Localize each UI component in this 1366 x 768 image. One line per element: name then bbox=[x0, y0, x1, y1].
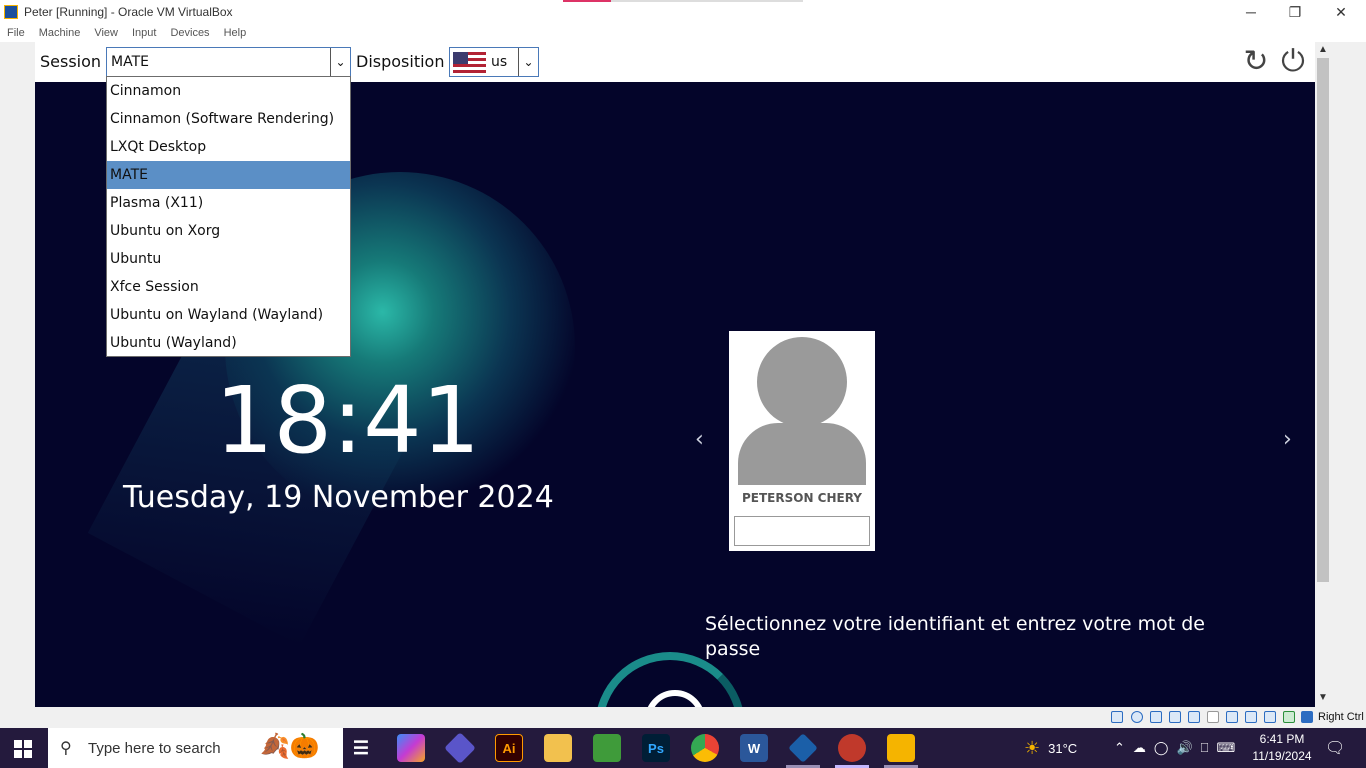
session-option[interactable]: Xfce Session bbox=[107, 273, 350, 301]
hard-disk-icon[interactable] bbox=[1111, 711, 1123, 723]
restore-button[interactable]: ❐ bbox=[1272, 0, 1318, 24]
scroll-down-icon[interactable]: ▼ bbox=[1318, 692, 1328, 703]
session-option[interactable]: LXQt Desktop bbox=[107, 133, 350, 161]
menu-machine[interactable]: Machine bbox=[32, 27, 88, 39]
weather-temperature: 31°C bbox=[1048, 740, 1078, 756]
password-input[interactable] bbox=[734, 516, 870, 546]
weather-widget[interactable]: ☀ 31°C bbox=[1024, 728, 1077, 768]
session-option[interactable]: Cinnamon (Software Rendering) bbox=[107, 105, 350, 133]
title-focus-indicator bbox=[563, 0, 803, 2]
window-title: Peter [Running] - Oracle VM VirtualBox bbox=[24, 5, 233, 19]
illustrator-icon[interactable]: Ai bbox=[495, 734, 523, 762]
session-option[interactable]: Ubuntu bbox=[107, 245, 350, 273]
next-user-icon[interactable]: › bbox=[1283, 427, 1292, 452]
task-view-icon[interactable]: ☰ bbox=[347, 734, 375, 762]
optical-drive-icon[interactable] bbox=[1131, 711, 1143, 723]
layout-label: Disposition bbox=[356, 52, 445, 71]
mouse-integration-icon[interactable] bbox=[1301, 711, 1313, 723]
session-option[interactable]: Ubuntu (Wayland) bbox=[107, 329, 350, 357]
taskbar-date: 11/19/2024 bbox=[1252, 749, 1312, 763]
scrollbar-thumb[interactable] bbox=[1317, 58, 1329, 582]
chevron-up-icon[interactable]: ⌃ bbox=[1110, 740, 1129, 756]
word-icon[interactable]: W bbox=[740, 734, 768, 762]
restart-icon[interactable]: ↻ bbox=[1240, 46, 1272, 78]
windows-taskbar: ⚲ Type here to search 🍂🎃 ☰ Ai Ps W ☀ 31°… bbox=[0, 728, 1366, 768]
session-value: MATE bbox=[111, 54, 149, 70]
display-icon[interactable] bbox=[1226, 711, 1238, 723]
vertical-scrollbar[interactable]: ▲ ▼ bbox=[1315, 42, 1331, 707]
us-flag-icon bbox=[453, 52, 486, 73]
language-icon[interactable]: ⌨ bbox=[1212, 740, 1239, 756]
chevron-down-icon[interactable]: ⌄ bbox=[518, 48, 538, 76]
meet-now-icon[interactable]: ◯ bbox=[1150, 740, 1173, 756]
photoshop-icon[interactable]: Ps bbox=[642, 734, 670, 762]
user-card[interactable]: PETERSON CHERY bbox=[729, 331, 875, 551]
chrome-icon[interactable] bbox=[691, 734, 719, 762]
windows-start-icon[interactable] bbox=[14, 740, 32, 758]
session-option[interactable]: Ubuntu on Wayland (Wayland) bbox=[107, 301, 350, 329]
session-label: Session bbox=[40, 52, 102, 71]
avatar-body bbox=[738, 423, 866, 485]
pumpkin-decoration-icon: 🍂🎃 bbox=[260, 733, 320, 760]
audio-icon[interactable] bbox=[1150, 711, 1162, 723]
vm-status-bar: Right Ctrl bbox=[0, 707, 1366, 728]
volume-icon[interactable]: 🔊 bbox=[1172, 740, 1196, 756]
recording-icon[interactable] bbox=[1245, 711, 1257, 723]
session-option[interactable]: Cinnamon bbox=[107, 77, 350, 105]
menu-bar: File Machine View Input Devices Help bbox=[0, 24, 1366, 42]
notifications-icon[interactable]: 🗨 bbox=[1325, 728, 1345, 768]
host-key-label: Right Ctrl bbox=[1318, 711, 1364, 723]
menu-file[interactable]: File bbox=[0, 27, 32, 39]
scroll-up-icon[interactable]: ▲ bbox=[1318, 44, 1328, 55]
layout-value: us bbox=[491, 54, 508, 70]
keyboard-layout-combo[interactable]: us ⌄ bbox=[449, 47, 539, 77]
chevron-down-icon[interactable]: ⌄ bbox=[330, 48, 350, 76]
taskbar-search-box[interactable]: ⚲ Type here to search 🍂🎃 bbox=[48, 728, 343, 768]
network-icon[interactable] bbox=[1169, 711, 1181, 723]
session-option[interactable]: MATE bbox=[107, 161, 350, 189]
session-combo[interactable]: MATE ⌄ bbox=[106, 47, 351, 77]
taskbar-clock[interactable]: 6:41 PM 11/19/2024 bbox=[1250, 731, 1314, 765]
onedrive-icon[interactable]: ☁ bbox=[1129, 740, 1150, 756]
virtualbox-vm-icon[interactable] bbox=[887, 734, 915, 762]
gitkraken-icon[interactable] bbox=[838, 734, 866, 762]
git-icon[interactable] bbox=[444, 732, 476, 764]
user-name: PETERSON CHERY bbox=[742, 491, 862, 505]
window-titlebar: Peter [Running] - Oracle VM VirtualBox ─… bbox=[0, 0, 1366, 24]
taskbar-time: 6:41 PM bbox=[1259, 732, 1305, 746]
prev-user-icon[interactable]: ‹ bbox=[695, 427, 704, 452]
file-explorer-icon[interactable] bbox=[544, 734, 572, 762]
usb-icon[interactable] bbox=[1188, 711, 1200, 723]
network-tray-icon[interactable]: ⎕ bbox=[1197, 740, 1213, 756]
search-icon: ⚲ bbox=[60, 740, 72, 757]
virtualbox-icon[interactable] bbox=[788, 733, 818, 763]
minimize-button[interactable]: ─ bbox=[1228, 0, 1274, 24]
shared-folders-icon[interactable] bbox=[1207, 711, 1219, 723]
menu-input[interactable]: Input bbox=[125, 27, 163, 39]
guest-additions-icon[interactable] bbox=[1283, 711, 1295, 723]
session-dropdown-list: Cinnamon Cinnamon (Software Rendering) L… bbox=[106, 76, 351, 357]
vector-app-icon[interactable] bbox=[593, 734, 621, 762]
copilot-icon[interactable] bbox=[397, 734, 425, 762]
greeter-clock: 18:41 bbox=[215, 367, 481, 474]
session-option[interactable]: Plasma (X11) bbox=[107, 189, 350, 217]
avatar-icon bbox=[757, 337, 847, 427]
system-tray: ⌃ ☁ ◯ 🔊 ⎕ ⌨ bbox=[1110, 728, 1239, 768]
close-button[interactable]: ✕ bbox=[1318, 0, 1364, 24]
greeter-date: Tuesday, 19 November 2024 bbox=[123, 480, 554, 515]
virtualbox-app-icon bbox=[4, 5, 18, 19]
login-hint: Sélectionnez votre identifiant et entrez… bbox=[705, 613, 1205, 660]
weather-sun-icon: ☀ bbox=[1024, 737, 1041, 758]
menu-devices[interactable]: Devices bbox=[163, 27, 216, 39]
search-placeholder: Type here to search bbox=[88, 740, 221, 757]
power-icon[interactable]: ⏻ bbox=[1277, 46, 1309, 78]
session-option[interactable]: Ubuntu on Xorg bbox=[107, 217, 350, 245]
cpu-icon[interactable] bbox=[1264, 711, 1276, 723]
menu-help[interactable]: Help bbox=[217, 27, 254, 39]
menu-view[interactable]: View bbox=[87, 27, 125, 39]
